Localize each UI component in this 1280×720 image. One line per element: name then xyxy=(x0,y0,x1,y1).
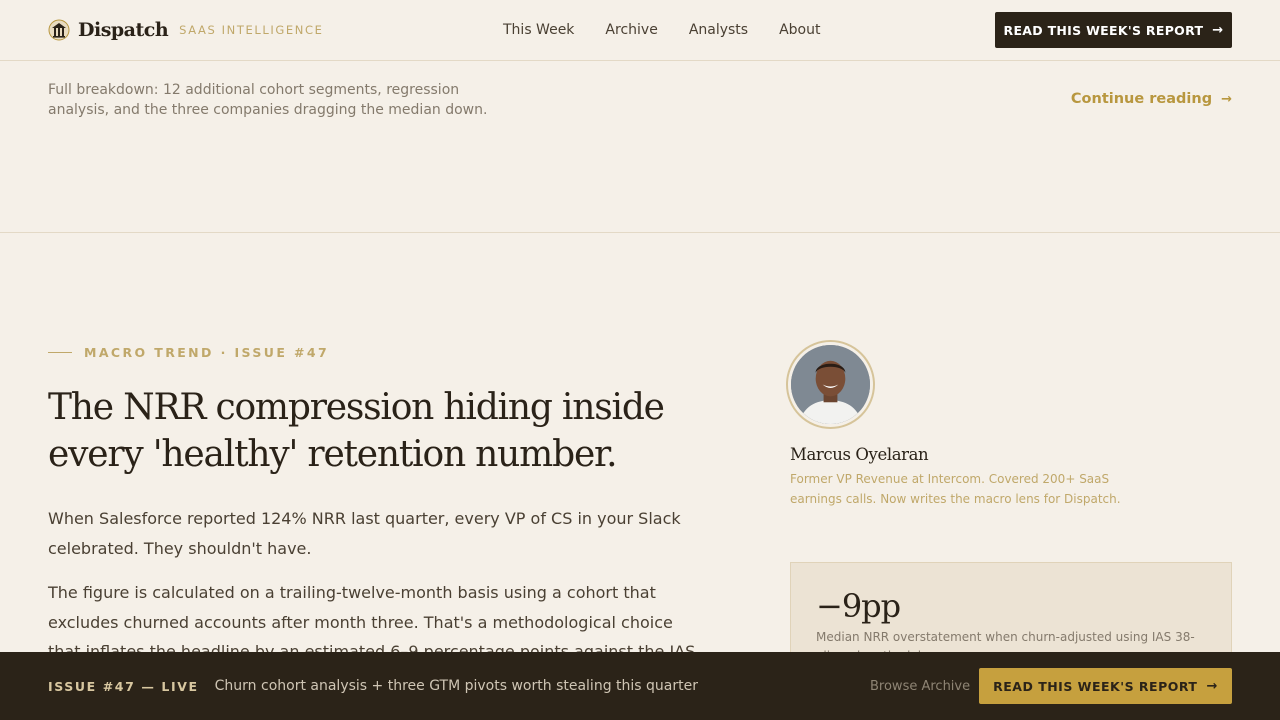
avatar-photo xyxy=(791,345,870,424)
author-avatar[interactable] xyxy=(786,340,875,429)
continue-reading-label: Continue reading xyxy=(1070,91,1213,107)
author-name[interactable]: Marcus Oyelaran xyxy=(790,445,929,464)
brand-logo[interactable]: Dispatch SAAS INTELLIGENCE xyxy=(48,19,323,41)
site-header: Dispatch SAAS INTELLIGENCE This Week Arc… xyxy=(0,0,1280,61)
nav-about[interactable]: About xyxy=(779,22,820,38)
bottom-bar-summary: Churn cohort analysis + three GTM pivots… xyxy=(214,678,698,694)
brand-name: Dispatch xyxy=(78,19,169,41)
article-lede: When Salesforce reported 124% NRR last q… xyxy=(48,509,681,558)
article-headline: The NRR compression hiding inside every … xyxy=(48,387,665,475)
arrow-right-icon: → xyxy=(1206,678,1218,694)
person-portrait-icon xyxy=(791,345,870,424)
stat-value: −9pp xyxy=(816,587,901,625)
previous-article-strip: Full breakdown: 12 additional cohort seg… xyxy=(0,61,1280,233)
author-bio: Former VP Revenue at Intercom. Covered 2… xyxy=(790,472,1121,506)
read-report-bottom-label: READ THIS WEEK'S REPORT xyxy=(993,678,1198,694)
read-report-label: READ THIS WEEK'S REPORT xyxy=(1003,22,1204,38)
browse-archive-link[interactable]: Browse Archive xyxy=(870,679,970,694)
brand-tagline: SAAS INTELLIGENCE xyxy=(179,23,324,37)
live-issue-badge: ISSUE #47 — LIVE xyxy=(48,678,199,694)
nav-analysts[interactable]: Analysts xyxy=(689,22,748,38)
main-nav: This Week Archive Analysts About xyxy=(503,0,852,60)
continue-reading-link[interactable]: Continue reading → xyxy=(1071,91,1232,107)
strip-summary: Full breakdown: 12 additional cohort seg… xyxy=(48,82,488,118)
nav-this-week[interactable]: This Week xyxy=(503,22,574,38)
kicker-label: MACRO TREND · ISSUE #47 xyxy=(84,345,330,360)
read-report-button[interactable]: READ THIS WEEK'S REPORT → xyxy=(995,12,1232,48)
columns-logo-icon xyxy=(48,19,70,41)
kicker-rule xyxy=(48,352,72,353)
nav-archive[interactable]: Archive xyxy=(605,22,657,38)
read-report-bottom-button[interactable]: READ THIS WEEK'S REPORT → xyxy=(979,668,1232,704)
arrow-right-icon: → xyxy=(1212,22,1224,38)
sticky-bottom-bar: ISSUE #47 — LIVE Churn cohort analysis +… xyxy=(0,652,1280,720)
article-kicker: MACRO TREND · ISSUE #47 xyxy=(48,345,329,360)
arrow-right-icon: → xyxy=(1221,91,1232,107)
